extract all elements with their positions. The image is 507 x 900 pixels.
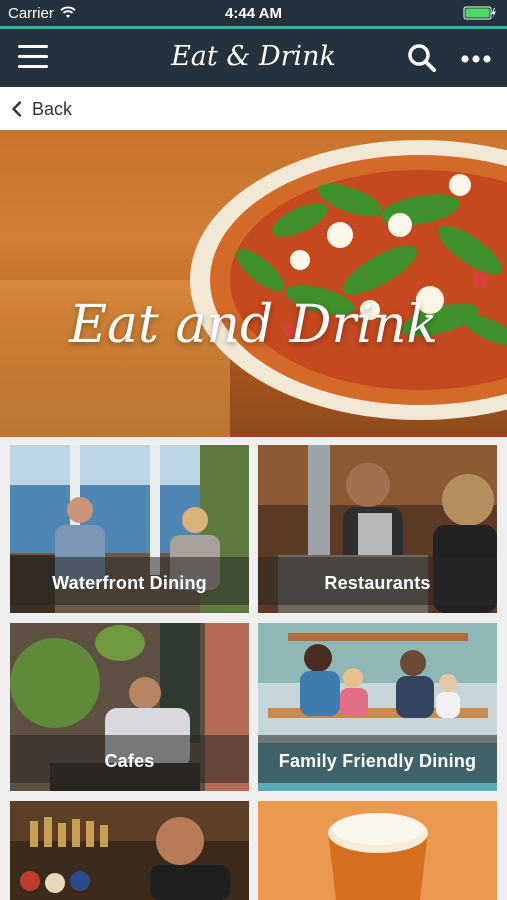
back-bar: Back: [0, 87, 507, 130]
tile-beer[interactable]: [258, 801, 497, 900]
status-bar: Carrier 4:44 AM: [0, 0, 507, 26]
tile-waterfront-dining[interactable]: Waterfront Dining: [10, 445, 249, 613]
tile-restaurants[interactable]: Restaurants: [258, 445, 497, 613]
more-icon[interactable]: [460, 54, 492, 64]
menu-icon[interactable]: [18, 45, 48, 71]
clock: 4:44 AM: [225, 5, 282, 22]
tile-cafes[interactable]: Cafes: [10, 623, 249, 791]
tile-family-friendly-dining[interactable]: Family Friendly Dining: [258, 623, 497, 791]
tile-label: Restaurants: [324, 573, 431, 593]
beer-photo: [258, 801, 497, 900]
hero-banner: Eat and Drink: [0, 130, 507, 437]
tile-label: Waterfront Dining: [52, 573, 207, 593]
chevron-left-icon: [12, 101, 22, 117]
back-label: Back: [32, 98, 73, 119]
search-icon[interactable]: [406, 42, 438, 74]
hero-title: Eat and Drink: [69, 295, 438, 355]
tile-bar[interactable]: [10, 801, 249, 900]
nav-bar: Eat & Drink: [0, 29, 507, 87]
pizza-image: [0, 130, 507, 437]
back-button[interactable]: Back: [10, 96, 72, 122]
bar-photo: [10, 801, 249, 900]
tile-label: Family Friendly Dining: [278, 751, 477, 771]
battery-icon: [463, 6, 496, 20]
tile-label: Cafes: [104, 751, 155, 771]
category-grid: Waterfront Dining Restaurants Cafes Fami…: [0, 437, 507, 900]
